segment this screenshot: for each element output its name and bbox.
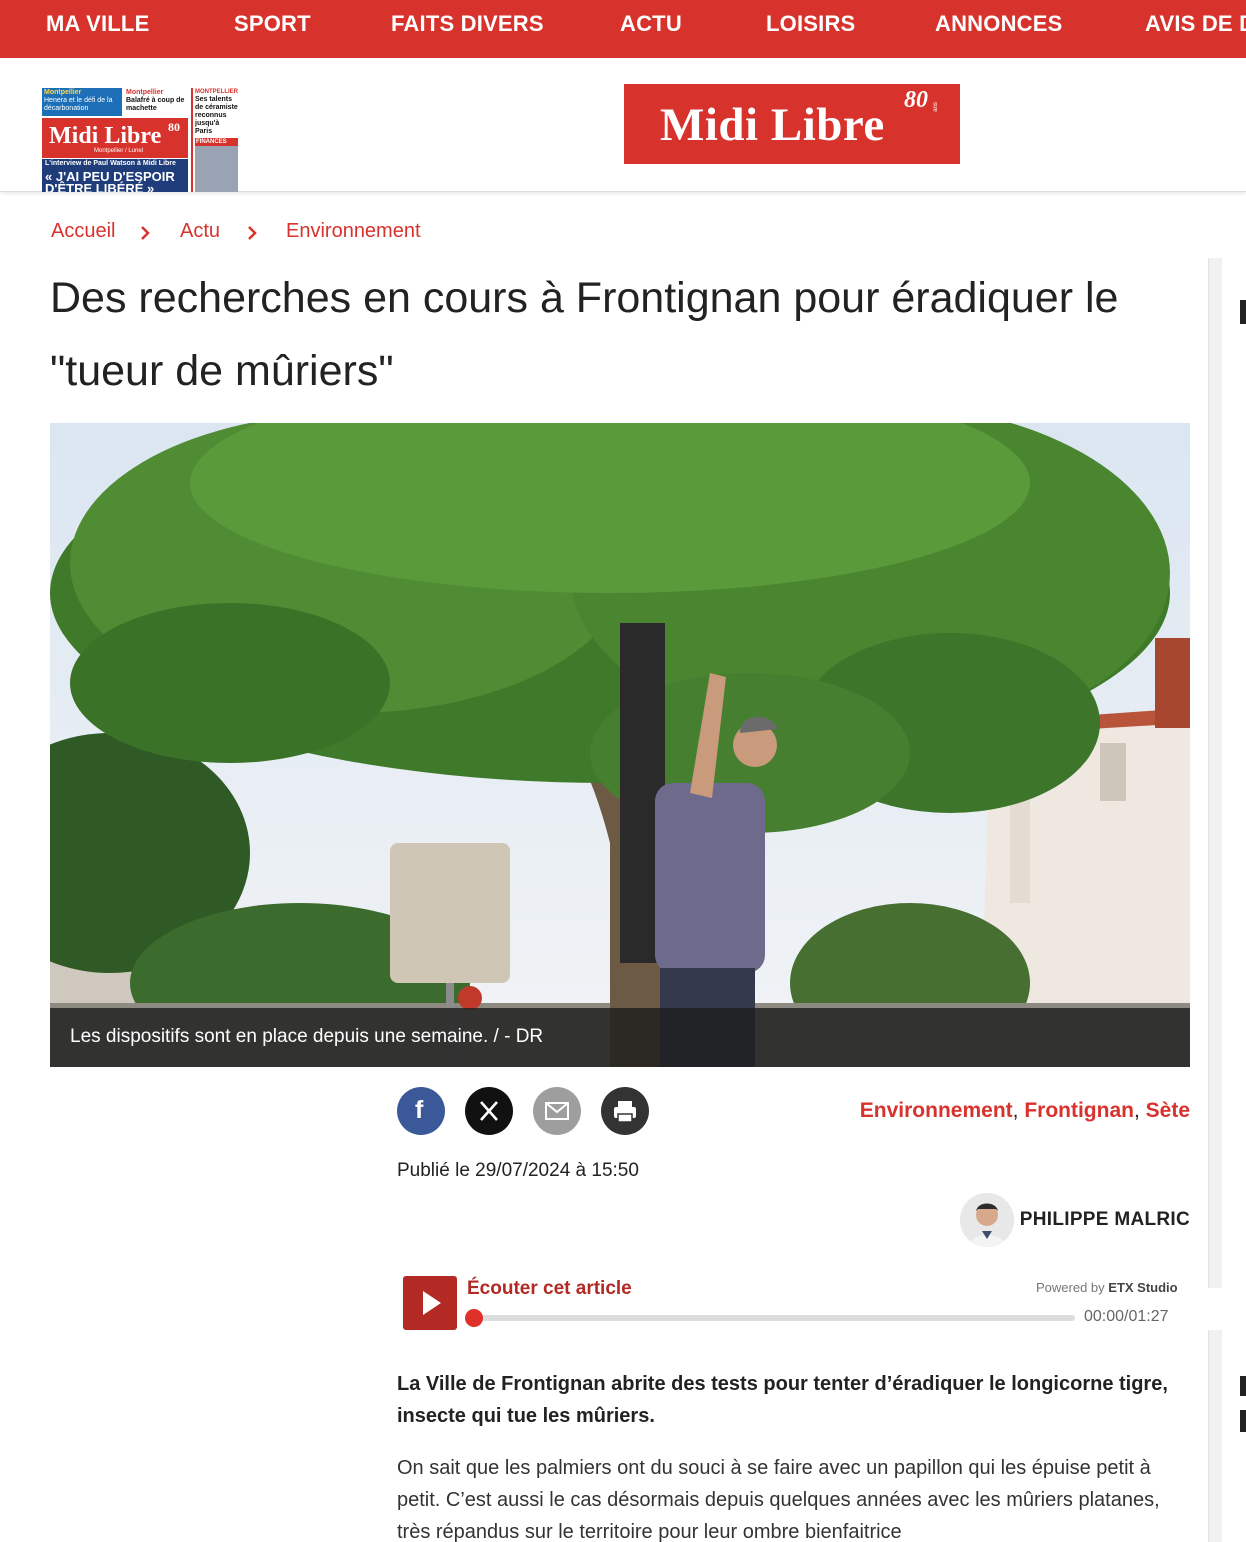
nav-item-actu[interactable]: ACTU — [620, 11, 682, 37]
midi-libre-logo[interactable]: Midi Libre 80 ans — [624, 84, 960, 164]
top-navigation: MA VILLE SPORT FAITS DIVERS ACTU LOISIRS… — [0, 0, 1246, 58]
provider-name[interactable]: ETX Studio — [1108, 1280, 1177, 1295]
audio-time: 00:00/01:27 — [1084, 1308, 1169, 1325]
nav-item-sport[interactable]: SPORT — [234, 11, 311, 37]
front-page-section: FINANCES — [195, 138, 238, 146]
site-header: Montpellier Henera et le défi de la déca… — [0, 58, 1246, 192]
email-icon — [545, 1102, 569, 1120]
photo-caption: Les dispositifs sont en place depuis une… — [50, 1008, 1190, 1067]
front-page-kicker: L'interview de Paul Watson à Midi Libre — [45, 160, 176, 167]
breadcrumb-accueil[interactable]: Accueil — [51, 220, 115, 243]
x-icon — [480, 1101, 498, 1121]
powered-by-label: Powered by — [1036, 1280, 1105, 1295]
front-page-main-headline: L'interview de Paul Watson à Midi Libre … — [42, 159, 188, 192]
author-avatar[interactable] — [960, 1193, 1014, 1247]
play-icon — [423, 1291, 441, 1315]
print-icon — [614, 1101, 636, 1123]
audio-provider: Powered by ETX Studio — [1036, 1280, 1178, 1295]
sidebar-scroll-area[interactable] — [1208, 258, 1222, 1288]
article-paragraph: On sait que les palmiers ont du souci à … — [397, 1457, 1160, 1542]
sidebar-scroll-area[interactable] — [1208, 1330, 1222, 1542]
article-tags: Environnement, Frontignan, Sète — [860, 1099, 1190, 1123]
author-name[interactable]: PHILIPPE MALRIC — [1020, 1209, 1190, 1231]
logo-text: Midi Libre — [660, 99, 885, 151]
front-page-logo-text: Midi Libre — [49, 123, 162, 149]
front-page-kicker: MONTPELLIER — [195, 89, 238, 95]
front-page-edition: Montpellier / Lunel — [94, 148, 144, 154]
x-share-button[interactable] — [465, 1087, 513, 1135]
publication-date: Publié le 29/07/2024 à 15:50 — [397, 1160, 639, 1181]
tag-frontignan[interactable]: Frontignan — [1024, 1099, 1134, 1122]
email-share-button[interactable] — [533, 1087, 581, 1135]
article-title: Des recherches en cours à Frontignan pou… — [50, 274, 1119, 395]
article-lead: La Ville de Frontignan abrite des tests … — [397, 1373, 1168, 1427]
breadcrumb-actu[interactable]: Actu — [180, 220, 220, 243]
listen-article-label: Écouter cet article — [467, 1278, 632, 1299]
logo-80-anniversary: 80 — [904, 87, 928, 113]
tree-photo-illustration — [50, 423, 1190, 1067]
print-button[interactable] — [601, 1087, 649, 1135]
author-photo — [960, 1193, 1014, 1247]
article-photo[interactable]: Les dispositifs sont en place depuis une… — [50, 423, 1190, 1067]
nav-item-annonces[interactable]: ANNONCES — [935, 11, 1063, 37]
front-page-story-2: Montpellier Balafré à coup de machette — [124, 88, 188, 116]
breadcrumb-environnement[interactable]: Environnement — [286, 220, 421, 243]
front-page-photo — [195, 146, 238, 192]
front-page-kicker: Montpellier — [44, 89, 82, 96]
tag-separator: , — [1133, 1099, 1146, 1122]
nav-item-loisirs[interactable]: LOISIRS — [766, 11, 855, 37]
front-page-headline: Balafré à coup de machette — [126, 97, 185, 112]
sidebar-text-fragment — [1240, 1410, 1246, 1432]
front-page-story-3: MONTPELLIER Ses talents de céramiste rec… — [191, 88, 238, 192]
audio-progress-track[interactable] — [467, 1315, 1075, 1321]
tag-separator: , — [1012, 1099, 1025, 1122]
front-page-logo-80: 80 — [168, 120, 180, 134]
tag-environnement[interactable]: Environnement — [860, 1099, 1013, 1122]
nav-item-avis-de-deces[interactable]: AVIS DE D — [1145, 11, 1246, 37]
front-page-logo: Midi Libre 80 Montpellier / Lunel — [42, 118, 188, 158]
tag-sete[interactable]: Sète — [1146, 1099, 1190, 1122]
audio-progress-handle[interactable] — [465, 1309, 483, 1327]
front-page-kicker: Montpellier — [126, 89, 164, 96]
facebook-icon: f — [415, 1096, 424, 1124]
play-button[interactable] — [403, 1276, 457, 1330]
chevron-right-icon — [141, 226, 150, 240]
front-page-headline: Ses talents de céramiste reconnus jusqu'… — [195, 96, 238, 135]
front-page-story-1: Montpellier Henera et le défi de la déca… — [42, 88, 122, 116]
facebook-share-button[interactable]: f — [397, 1087, 445, 1135]
sidebar-text-fragment — [1240, 300, 1246, 324]
front-page-headline: D'ÊTRE LIBÉRÉ » — [45, 181, 155, 192]
nav-item-faits-divers[interactable]: FAITS DIVERS — [391, 11, 544, 37]
sidebar-text-fragment — [1240, 1376, 1246, 1396]
front-page-headline: Henera et le défi de la décarbonation — [44, 97, 113, 112]
nav-item-ma-ville[interactable]: MA VILLE — [46, 11, 149, 37]
newspaper-front-page-thumbnail[interactable]: Montpellier Henera et le défi de la déca… — [42, 88, 238, 192]
chevron-right-icon — [248, 226, 257, 240]
logo-ans: ans — [932, 102, 939, 112]
